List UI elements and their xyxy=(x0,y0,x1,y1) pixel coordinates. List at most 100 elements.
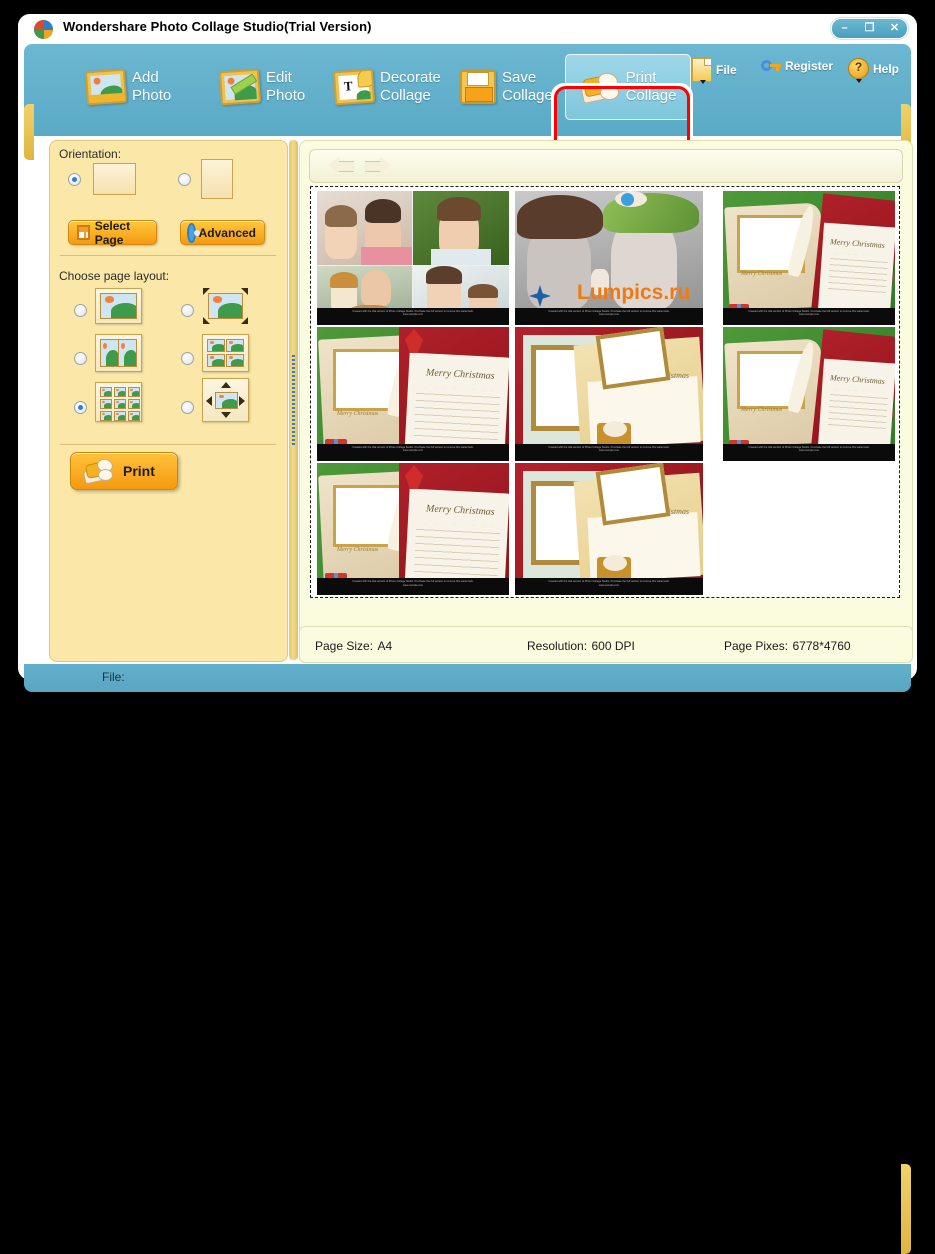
overlay-watermark: Lumpics.ru xyxy=(577,281,691,304)
window-title: Wondershare Photo Collage Studio(Trial V… xyxy=(63,19,372,34)
layout-thumb-two-up[interactable] xyxy=(95,334,142,372)
watermark-bar: Created with the trial version of Photo … xyxy=(317,307,509,325)
watermark-bar: Created with the trial version of Photo … xyxy=(723,443,895,461)
print-preview-canvas[interactable]: Created with the trial version of Photo … xyxy=(310,186,900,598)
page-pixes-field: Page Pixes: 6778*4760 xyxy=(724,637,851,655)
watermark-bar: Created with the trial version of Photo … xyxy=(515,443,703,461)
resolution-field: Resolution: 600 DPI xyxy=(527,637,635,655)
layout-thumb-single[interactable] xyxy=(95,288,142,324)
radio-layout-two-up[interactable] xyxy=(74,352,87,365)
watermark-bar: Created with the trial version of Photo … xyxy=(515,577,703,595)
watermark-line-2: www.sample.com xyxy=(598,313,620,317)
preview-panel: Created with the trial version of Photo … xyxy=(299,140,913,662)
minimize-button[interactable]: – xyxy=(832,19,857,38)
toolbar-button-save-collage[interactable]: Save Collage xyxy=(454,54,559,120)
toolbar-label-decorate-collage: Decorate Collage xyxy=(380,69,441,104)
radio-layout-single-resizable[interactable] xyxy=(181,304,194,317)
radio-orientation-portrait[interactable] xyxy=(178,173,191,186)
main-toolbar: AddPhoto EditPhoto T DecorateCollage xyxy=(24,44,911,165)
toolbar-mini-label-help: Help xyxy=(873,61,900,76)
radio-layout-single[interactable] xyxy=(74,304,87,317)
watermark-line-2: www.sample.com xyxy=(598,449,620,453)
previous-page-arrow[interactable] xyxy=(328,157,354,174)
list-item[interactable]: Merry Christmas Created with the trial v… xyxy=(515,327,703,461)
watermark-line-2: www.sample.com xyxy=(798,449,820,453)
page-grid-icon xyxy=(77,225,90,240)
print-button[interactable]: Print xyxy=(70,452,178,490)
toolbar-button-decorate-collage[interactable]: T Decorate Collage xyxy=(328,54,447,120)
watermark-line-1: Created with the trial version of Photo … xyxy=(548,579,670,583)
watermark-line-1: Created with the trial version of Photo … xyxy=(352,579,474,583)
list-item[interactable]: Created with the trial version of Photo … xyxy=(317,191,509,325)
watermark-bar: Created with the trial version of Photo … xyxy=(723,307,895,325)
maximize-button[interactable]: ❐ xyxy=(857,19,882,38)
left-tab-decoration xyxy=(24,104,34,160)
orientation-portrait-preview[interactable] xyxy=(201,159,233,199)
layout-thumb-four-up[interactable] xyxy=(202,334,249,372)
select-page-button[interactable]: Select Page xyxy=(68,219,157,247)
key-icon xyxy=(761,58,781,74)
title-bar: Wondershare Photo Collage Studio(Trial V… xyxy=(18,14,917,44)
page-size-label: Page Size: xyxy=(315,639,374,653)
toolbar-label-edit-photo: Edit Photo xyxy=(266,69,306,104)
watermark-bar: Created with the trial version of Photo … xyxy=(317,577,509,595)
layout-thumb-nine-up[interactable] xyxy=(95,382,142,422)
toolbar-mini-file[interactable]: File xyxy=(692,58,737,84)
document-icon xyxy=(692,58,712,84)
list-item[interactable]: Merry Christmas Merry Christmas Created … xyxy=(723,327,895,461)
toolbar-button-edit-photo[interactable]: Edit Photo xyxy=(214,54,311,120)
right-tab-decoration-bottom xyxy=(901,1164,911,1254)
watermark-line-2: www.sample.com xyxy=(402,313,424,317)
layout-label: Choose page layout: xyxy=(59,269,170,283)
toolbar-label-add-photo: Add Photo xyxy=(132,69,172,104)
layout-thumb-free-position[interactable] xyxy=(202,378,249,422)
sidebar-divider-top xyxy=(60,255,276,256)
resolution-value: 600 DPI xyxy=(591,639,635,653)
toolbar-mini-register[interactable]: Register xyxy=(761,58,833,74)
toolbar-mini-help[interactable]: ? Help xyxy=(848,58,900,83)
page-pixes-value: 6778*4760 xyxy=(792,639,851,653)
toolbar-mini-label-file: File xyxy=(716,63,737,77)
watermark-line-2: www.sample.com xyxy=(598,583,620,587)
advanced-label: Advanced xyxy=(198,225,256,240)
watermark-line-2: www.sample.com xyxy=(402,583,424,587)
page-size-value: A4 xyxy=(377,639,393,653)
layout-thumb-single-resizable[interactable] xyxy=(202,288,249,324)
orientation-landscape-preview[interactable] xyxy=(93,163,136,195)
floppy-disk-icon xyxy=(460,70,496,104)
list-item[interactable]: Merry Christmas Created with the trial v… xyxy=(515,463,703,595)
page-pixes-label: Page Pixes: xyxy=(724,639,789,653)
page-info-bar: Page Size: A4 Resolution: 600 DPI Page P… xyxy=(299,626,913,663)
next-page-arrow[interactable] xyxy=(365,157,391,174)
orientation-label: Orientation: xyxy=(59,147,122,161)
panel-splitter[interactable] xyxy=(289,140,298,660)
preview-navigation-bar xyxy=(309,149,903,183)
radio-layout-four-up[interactable] xyxy=(181,352,194,365)
radio-orientation-landscape[interactable] xyxy=(68,173,81,186)
application-window: Wondershare Photo Collage Studio(Trial V… xyxy=(18,14,917,1254)
list-item[interactable]: Merry Christmas Merry Christmas Created … xyxy=(317,463,509,595)
close-button[interactable]: ✕ xyxy=(882,19,907,38)
radio-layout-free-position[interactable] xyxy=(181,401,194,414)
list-item[interactable]: Lumpics.ru Created with the trial versio… xyxy=(515,191,703,325)
list-item[interactable]: Merry Christmas Merry Christmas Created … xyxy=(723,191,895,325)
radio-layout-nine-up[interactable] xyxy=(74,401,87,414)
page-size-field: Page Size: A4 xyxy=(315,637,392,655)
photo-text-icon: T xyxy=(332,68,376,106)
window-controls: – ❐ ✕ xyxy=(832,19,907,38)
toolbar-label-save-collage: Save Collage xyxy=(502,69,553,104)
watermark-line-2: www.sample.com xyxy=(402,449,424,453)
list-item[interactable]: Merry Christmas Merry Christmas Created … xyxy=(317,327,509,461)
toolbar-mini-label-register: Register xyxy=(785,59,834,73)
settings-sidebar: Orientation: Select Page Advanced Choose… xyxy=(49,140,288,662)
advanced-button[interactable]: Advanced xyxy=(180,220,265,245)
photo-pencil-icon xyxy=(218,68,262,106)
watermark-bar: Created with the trial version of Photo … xyxy=(515,307,703,325)
photo-frame-icon xyxy=(84,68,128,106)
watermark-bar: Created with the trial version of Photo … xyxy=(317,443,509,461)
printer-icon xyxy=(82,457,115,485)
print-button-label: Print xyxy=(123,463,155,479)
gear-icon xyxy=(189,224,200,241)
watermark-line-2: www.sample.com xyxy=(798,313,820,317)
toolbar-button-add-photo[interactable]: Add Photo xyxy=(80,54,177,120)
